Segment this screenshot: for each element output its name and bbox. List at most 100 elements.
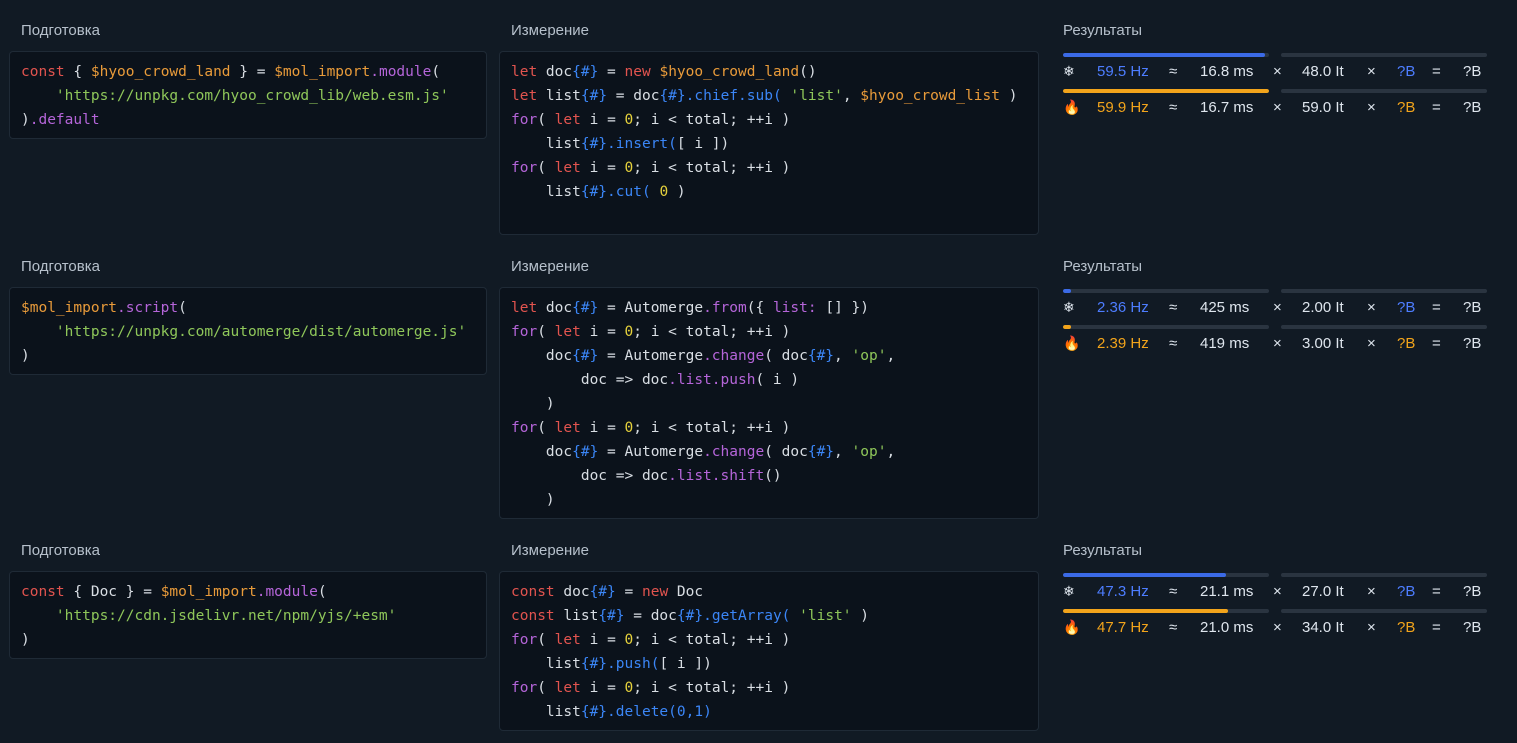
speed-bar-fill [1063, 325, 1072, 329]
code-token: 'op' [851, 444, 887, 460]
code-token: { Doc } = [64, 584, 161, 600]
code-token: .getArray( [703, 608, 791, 624]
code-line: for( let i = 0; i < total; ++i ) [511, 108, 1027, 132]
fire-icon: 🔥 [1063, 99, 1081, 115]
equals-sign: = [1432, 63, 1441, 80]
code-token: .push( [607, 656, 660, 672]
code-token: ; i < total; ++i ) [633, 324, 791, 340]
time-value: 21.0 ms [1200, 619, 1254, 636]
code-token: for [511, 632, 538, 648]
total-memory-value: ?B [1463, 335, 1482, 352]
code-token: {#} [572, 300, 599, 316]
code-token: {#} [807, 444, 835, 460]
code-token: new [641, 584, 669, 600]
prep-label: Подготовка [21, 22, 100, 39]
code-token: doc => doc [511, 372, 669, 388]
code-token: list [511, 136, 581, 152]
code-token: $mol_import [160, 584, 257, 600]
code-line: for( let i = 0; i < total; ++i ) [511, 676, 1027, 700]
equals-sign: = [1432, 299, 1441, 316]
code-token: $mol_import [274, 64, 371, 80]
code-token: 0 [624, 160, 634, 176]
code-token: const [511, 584, 555, 600]
code-line: doc => doc.list.shift() [511, 464, 1027, 488]
code-token: for [511, 160, 538, 176]
code-line: for( let i = 0; i < total; ++i ) [511, 416, 1027, 440]
times-sign: × [1273, 63, 1282, 80]
measure-code-editor[interactable]: let doc{#} = Automerge.from({ list: [] }… [499, 287, 1039, 519]
code-token: list [554, 608, 599, 624]
code-line: for( let i = 0; i < total; ++i ) [511, 156, 1027, 180]
memory-value: ?B [1397, 619, 1416, 636]
code-line: $mol_import.script( [21, 296, 475, 320]
code-token: , [834, 348, 852, 364]
code-token: {#} [807, 348, 835, 364]
equals-sign: = [1432, 335, 1441, 352]
times-sign: × [1273, 619, 1282, 636]
code-line: ).default [21, 108, 475, 132]
code-line: list{#}.delete(0,1) [511, 700, 1027, 724]
total-memory-value: ?B [1463, 63, 1482, 80]
code-token: .from [703, 300, 747, 316]
fire-icon: 🔥 [1063, 335, 1081, 351]
code-line: list{#}.push([ i ]) [511, 652, 1027, 676]
code-line: doc{#} = Automerge.change( doc{#}, 'op', [511, 440, 1027, 464]
times-sign: × [1367, 583, 1376, 600]
times-sign: × [1273, 99, 1282, 116]
code-token: doc => doc [511, 468, 669, 484]
code-token: .cut( [607, 184, 651, 200]
code-token: ( [431, 64, 441, 80]
code-token: i = [580, 160, 625, 176]
code-token: ) [851, 608, 870, 624]
memory-value: ?B [1397, 99, 1416, 116]
memory-bar [1281, 609, 1487, 613]
iterations-value: 2.00 It [1302, 299, 1344, 316]
speed-bar-fill [1063, 573, 1226, 577]
code-token: let [554, 324, 581, 340]
code-token: { [64, 64, 91, 80]
iterations-value: 34.0 It [1302, 619, 1344, 636]
speed-bar [1063, 289, 1269, 293]
code-token: doc [511, 348, 573, 364]
memory-bar [1281, 325, 1487, 329]
speed-bar-fill [1063, 609, 1228, 613]
snowflake-icon: ❄ [1063, 63, 1075, 79]
measure-label: Измерение [511, 22, 590, 39]
prep-code-editor[interactable]: const { Doc } = $mol_import.module( 'htt… [9, 571, 487, 659]
code-token: list [537, 88, 581, 104]
measure-code-editor[interactable]: const doc{#} = new Doc const list{#} = do… [499, 571, 1039, 731]
code-token: for [511, 420, 538, 436]
measure-label: Измерение [511, 258, 590, 275]
code-token: {#} [580, 136, 608, 152]
code-token: {#} [580, 88, 608, 104]
snowflake-icon: ❄ [1063, 299, 1075, 315]
code-line: 'https://cdn.jsdelivr.net/npm/yjs/+esm' [21, 604, 475, 628]
snowflake-icon: ❄ [1063, 583, 1075, 599]
code-token: $hyoo_crowd_list [860, 88, 1000, 104]
memory-bar [1281, 573, 1487, 577]
prep-label: Подготовка [21, 542, 100, 559]
speed-bar-fill [1063, 289, 1072, 293]
code-token: .default [29, 112, 100, 128]
code-token: .chief.sub( [685, 88, 782, 104]
code-token: {#} [580, 184, 608, 200]
frequency-value: 47.7 Hz [1097, 619, 1149, 636]
code-token: const [21, 584, 65, 600]
code-token: i = [580, 420, 625, 436]
approx-sign: ≈ [1169, 335, 1178, 352]
speed-bar [1063, 573, 1269, 577]
iterations-value: 59.0 It [1302, 99, 1344, 116]
iterations-value: 3.00 It [1302, 335, 1344, 352]
code-token: 'https://cdn.jsdelivr.net/npm/yjs/+esm' [55, 608, 397, 624]
code-token: 0 [624, 680, 634, 696]
times-sign: × [1367, 619, 1376, 636]
code-token: let [511, 64, 538, 80]
code-token: .insert( [607, 136, 677, 152]
code-token: () [764, 468, 782, 484]
prep-code-editor[interactable]: $mol_import.script( 'https://unpkg.com/a… [9, 287, 487, 375]
code-token: {#} [580, 656, 608, 672]
code-token: .module [370, 64, 432, 80]
prep-code-editor[interactable]: const { $hyoo_crowd_land } = $mol_import… [9, 51, 487, 139]
code-token: ) [668, 184, 686, 200]
measure-code-editor[interactable]: let doc{#} = new $hyoo_crowd_land() let l… [499, 51, 1039, 235]
